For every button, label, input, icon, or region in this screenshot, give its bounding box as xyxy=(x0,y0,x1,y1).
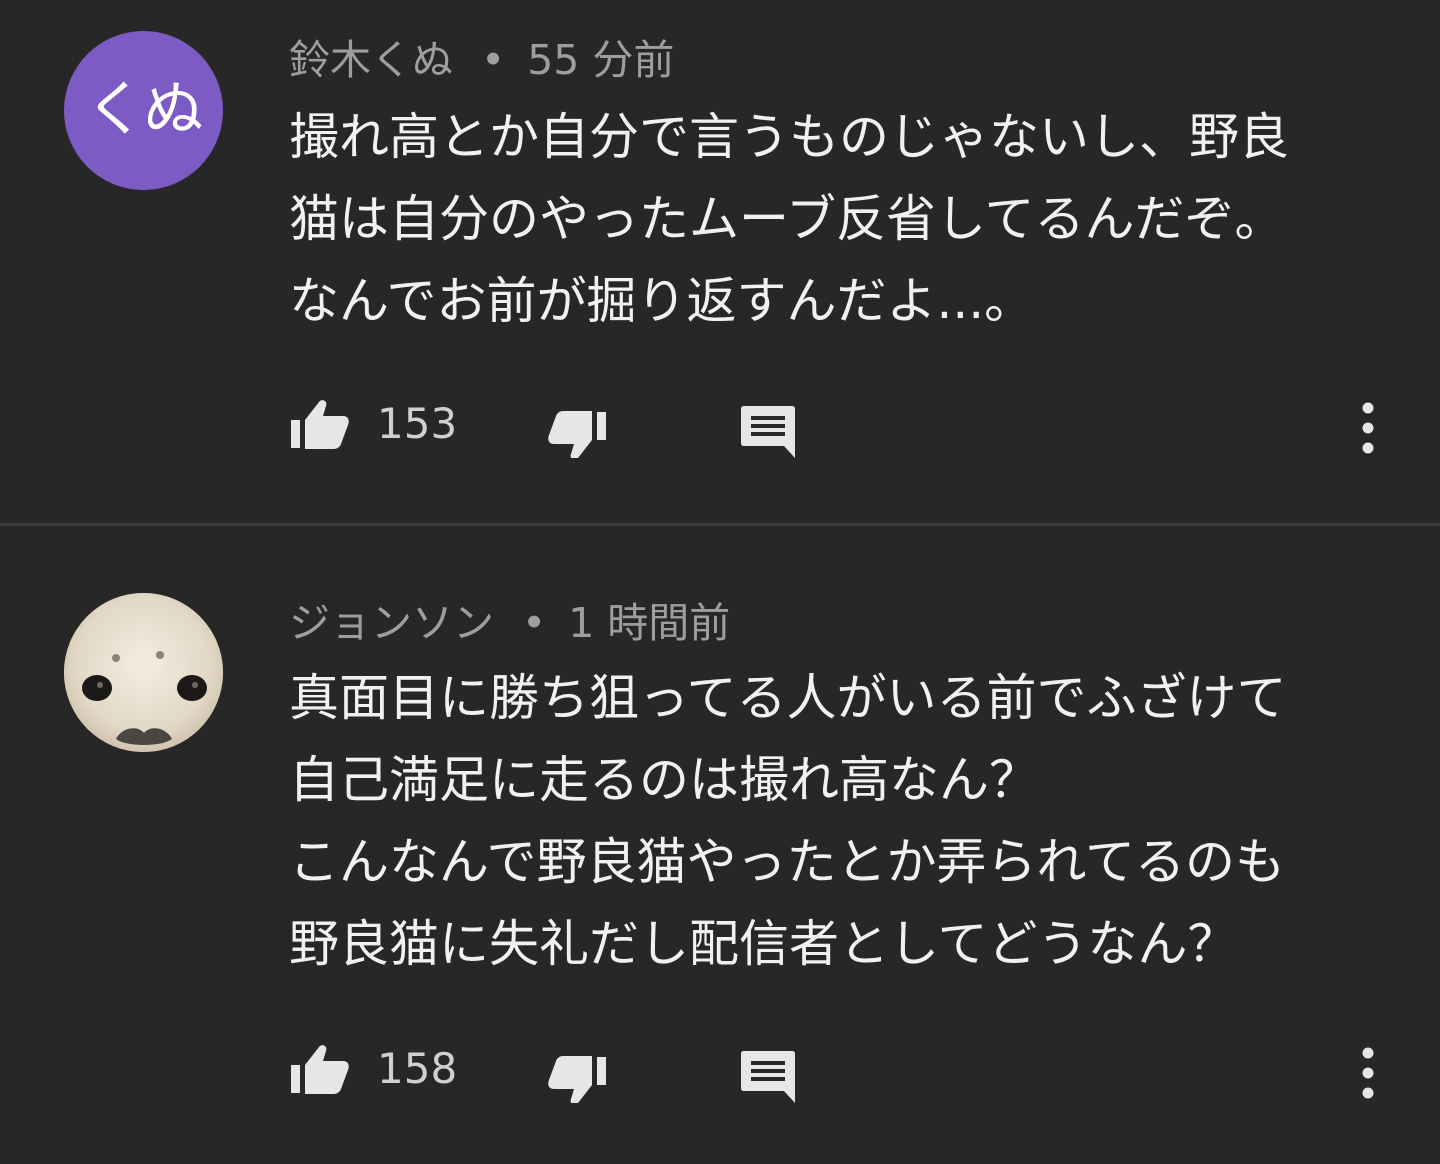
comment-meta: 鈴木くぬ • 55 分前 xyxy=(289,40,674,81)
comment-feed: くぬ 鈴木くぬ • 55 分前 撮れ高とか自分で言うものじゃないし、野良 猫は自分の… xyxy=(0,0,1440,1164)
comment-item: ジョンソン • 1 時間前 真面目に勝ち狙ってる人がいる前でふざけて 自己満足に走る… xyxy=(0,527,1440,1164)
comment-time[interactable]: 1 時間前 xyxy=(568,599,730,647)
meta-separator: • xyxy=(481,36,506,84)
avatar-initials: くぬ xyxy=(85,75,204,145)
comment-reply-icon xyxy=(741,1051,795,1103)
thumbs-up-icon xyxy=(291,1045,349,1094)
comment-actions: 153 xyxy=(0,394,1440,460)
like-count: 158 xyxy=(377,1044,458,1093)
comment-text-line: こんなんで野良猫やったとか弄られてるのも xyxy=(289,833,1285,891)
comment-actions: 158 xyxy=(0,1039,1440,1105)
author-name[interactable]: ジョンソン xyxy=(289,599,494,647)
comment-reply-icon xyxy=(741,406,795,458)
seal-face-avatar-image xyxy=(64,593,223,752)
avatar[interactable] xyxy=(64,593,223,752)
comment-text-line: 野良猫に失礼だし配信者としてどうなん？ xyxy=(289,915,1238,973)
more-vertical-icon xyxy=(1362,1047,1374,1099)
author-name[interactable]: 鈴木くぬ xyxy=(289,36,453,84)
more-vertical-icon xyxy=(1362,402,1374,454)
like-button[interactable] xyxy=(289,1039,351,1103)
comment-text-line: なんでお前が掘り返すんだよ...。 xyxy=(289,272,1035,330)
avatar[interactable]: くぬ xyxy=(64,31,223,190)
comment-text-line: 真面目に勝ち狙ってる人がいる前でふざけて xyxy=(289,669,1287,727)
thumbs-up-icon xyxy=(291,400,349,449)
dislike-button[interactable] xyxy=(546,394,608,460)
comment-body: 真面目に勝ち狙ってる人がいる前でふざけて 自己満足に走るのは撮れ高なん？ こんな… xyxy=(289,657,1389,985)
reply-button[interactable] xyxy=(738,394,798,458)
meta-separator: • xyxy=(522,599,547,647)
comment-text-line: 猫は自分のやったムーブ反省してるんだぞ。 xyxy=(289,190,1285,248)
comment-text-line: 自己満足に走るのは撮れ高なん？ xyxy=(289,751,1039,809)
like-count: 153 xyxy=(377,399,458,448)
comment-item: くぬ 鈴木くぬ • 55 分前 撮れ高とか自分で言うものじゃないし、野良 猫は自分の… xyxy=(0,0,1440,523)
like-button[interactable] xyxy=(289,394,351,458)
comment-meta: ジョンソン • 1 時間前 xyxy=(289,603,730,644)
comment-time[interactable]: 55 分前 xyxy=(527,36,674,84)
thumbs-down-icon xyxy=(548,1056,606,1105)
reply-button[interactable] xyxy=(738,1039,798,1103)
dislike-button[interactable] xyxy=(546,1039,608,1105)
more-options-button[interactable] xyxy=(1350,1039,1386,1103)
thumbs-down-icon xyxy=(548,411,606,460)
comment-body: 撮れ高とか自分で言うものじゃないし、野良 猫は自分のやったムーブ反省してるんだぞ… xyxy=(289,96,1389,342)
more-options-button[interactable] xyxy=(1350,394,1386,458)
comment-text-line: 撮れ高とか自分で言うものじゃないし、野良 xyxy=(289,108,1289,166)
comment-divider xyxy=(0,523,1440,526)
